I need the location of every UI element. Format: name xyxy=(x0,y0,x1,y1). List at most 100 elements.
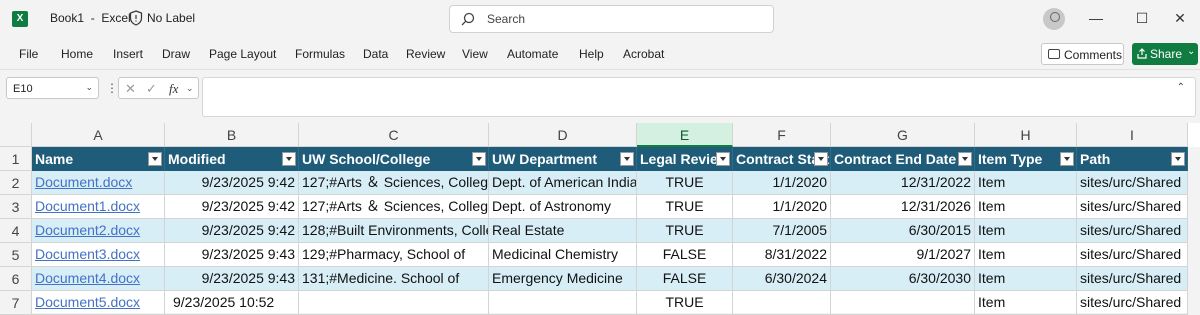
tab-view[interactable]: View xyxy=(462,47,488,61)
table-cell[interactable]: 1/1/2020 xyxy=(733,171,831,195)
filter-dropdown-icon[interactable] xyxy=(1060,152,1074,166)
minimize-button[interactable]: — xyxy=(1086,8,1106,28)
document-link[interactable]: Document5.docx xyxy=(32,291,165,315)
tab-page-layout[interactable]: Page Layout xyxy=(209,47,276,61)
chevron-down-icon[interactable]: ⌄ xyxy=(85,82,93,93)
filter-dropdown-icon[interactable] xyxy=(282,152,296,166)
row-header-6[interactable]: 6 xyxy=(0,267,32,291)
table-header-cell[interactable]: Legal Review xyxy=(637,147,733,171)
insert-function-icon[interactable]: fx xyxy=(169,81,178,97)
table-cell[interactable]: 9/23/2025 9:42 xyxy=(165,171,299,195)
table-cell[interactable]: 128;#Built Environments, College of xyxy=(299,219,489,243)
tab-file[interactable]: File xyxy=(19,47,38,61)
filter-dropdown-icon[interactable] xyxy=(472,152,486,166)
tab-acrobat[interactable]: Acrobat xyxy=(623,47,664,61)
table-cell[interactable]: sites/urc/Shared xyxy=(1077,243,1188,267)
table-header-cell[interactable]: UW Department xyxy=(489,147,637,171)
tab-insert[interactable]: Insert xyxy=(113,47,143,61)
table-cell[interactable]: 1/1/2020 xyxy=(733,195,831,219)
tab-help[interactable]: Help xyxy=(579,47,604,61)
table-cell[interactable]: TRUE xyxy=(637,171,733,195)
filter-dropdown-icon[interactable] xyxy=(148,152,162,166)
tab-home[interactable]: Home xyxy=(61,47,93,61)
table-cell[interactable] xyxy=(299,291,489,315)
table-header-cell[interactable]: UW School/College xyxy=(299,147,489,171)
filter-dropdown-icon[interactable] xyxy=(1171,152,1185,166)
shield-icon[interactable] xyxy=(129,10,143,26)
table-cell[interactable]: Item xyxy=(975,219,1077,243)
select-all-corner[interactable] xyxy=(0,123,32,147)
column-header-a[interactable]: A xyxy=(32,123,165,147)
table-cell[interactable]: 7/1/2005 xyxy=(733,219,831,243)
table-cell[interactable]: 9/23/2025 10:52 xyxy=(165,291,299,315)
tab-formulas[interactable]: Formulas xyxy=(295,47,345,61)
vertical-scrollbar[interactable] xyxy=(1188,147,1200,313)
table-cell[interactable]: TRUE xyxy=(637,219,733,243)
filter-dropdown-icon[interactable] xyxy=(814,152,828,166)
table-cell[interactable]: sites/urc/Shared xyxy=(1077,171,1188,195)
tab-review[interactable]: Review xyxy=(406,47,445,61)
table-cell[interactable]: Dept. of American Indian Studies xyxy=(489,171,637,195)
column-header-b[interactable]: B xyxy=(165,123,299,147)
row-header-5[interactable]: 5 xyxy=(0,243,32,267)
name-box[interactable]: E10 ⌄ xyxy=(6,77,99,99)
column-header-i[interactable]: I xyxy=(1077,123,1188,147)
row-header-4[interactable]: 4 xyxy=(0,219,32,243)
sensitivity-label[interactable]: No Label xyxy=(147,11,195,25)
account-avatar-icon[interactable] xyxy=(1043,8,1065,30)
filter-dropdown-icon[interactable] xyxy=(958,152,972,166)
document-link[interactable]: Document1.docx xyxy=(32,195,165,219)
column-header-h[interactable]: H xyxy=(975,123,1077,147)
column-header-d[interactable]: D xyxy=(489,123,637,147)
close-button[interactable]: ✕ xyxy=(1170,8,1190,28)
table-cell[interactable]: TRUE xyxy=(637,195,733,219)
table-cell[interactable]: TRUE xyxy=(637,291,733,315)
table-cell[interactable]: 127;#Arts ＆ Sciences, College of xyxy=(299,195,489,219)
table-cell[interactable] xyxy=(733,291,831,315)
table-cell[interactable] xyxy=(831,291,975,315)
table-cell[interactable]: 6/30/2030 xyxy=(831,267,975,291)
filter-dropdown-icon[interactable] xyxy=(716,152,730,166)
document-link[interactable]: Document.docx xyxy=(32,171,165,195)
table-cell[interactable]: 9/23/2025 9:42 xyxy=(165,195,299,219)
table-header-cell[interactable]: Item Type xyxy=(975,147,1077,171)
table-cell[interactable]: FALSE xyxy=(637,267,733,291)
table-cell[interactable]: Item xyxy=(975,243,1077,267)
table-cell[interactable]: Real Estate xyxy=(489,219,637,243)
tab-draw[interactable]: Draw xyxy=(162,47,190,61)
more-options-icon[interactable]: ⋮ xyxy=(106,81,118,95)
column-header-c[interactable]: C xyxy=(299,123,489,147)
row-header-1[interactable]: 1 xyxy=(0,147,32,171)
table-cell[interactable]: 9/23/2025 9:42 xyxy=(165,219,299,243)
formula-input[interactable]: ⌃ xyxy=(202,77,1196,117)
table-cell[interactable]: 9/23/2025 9:43 xyxy=(165,267,299,291)
row-header-2[interactable]: 2 xyxy=(0,171,32,195)
table-header-cell[interactable]: Modified xyxy=(165,147,299,171)
table-cell[interactable]: 8/31/2022 xyxy=(733,243,831,267)
document-link[interactable]: Document3.docx xyxy=(32,243,165,267)
tab-automate[interactable]: Automate xyxy=(507,47,558,61)
expand-formula-icon[interactable]: ⌃ xyxy=(1177,82,1185,93)
table-cell[interactable]: Medicinal Chemistry xyxy=(489,243,637,267)
table-cell[interactable]: 6/30/2015 xyxy=(831,219,975,243)
document-link[interactable]: Document4.docx xyxy=(32,267,165,291)
table-cell[interactable]: 127;#Arts ＆ Sciences, College of xyxy=(299,171,489,195)
table-cell[interactable]: 6/30/2024 xyxy=(733,267,831,291)
document-link[interactable]: Document2.docx xyxy=(32,219,165,243)
table-cell[interactable]: sites/urc/Shared xyxy=(1077,219,1188,243)
table-cell[interactable]: FALSE xyxy=(637,243,733,267)
chevron-down-icon[interactable]: ⌄ xyxy=(186,83,194,94)
filter-dropdown-icon[interactable] xyxy=(620,152,634,166)
table-cell[interactable]: 9/1/2027 xyxy=(831,243,975,267)
search-box[interactable]: Search xyxy=(449,5,774,33)
table-cell[interactable]: 12/31/2026 xyxy=(831,195,975,219)
tab-data[interactable]: Data xyxy=(363,47,388,61)
column-header-g[interactable]: G xyxy=(831,123,975,147)
table-cell[interactable]: Item xyxy=(975,171,1077,195)
table-header-cell[interactable]: Contract Start Date xyxy=(733,147,831,171)
table-cell[interactable] xyxy=(489,291,637,315)
maximize-button[interactable]: ☐ xyxy=(1132,8,1152,28)
cancel-icon[interactable]: ✕ xyxy=(125,81,136,97)
row-header-3[interactable]: 3 xyxy=(0,195,32,219)
row-header-7[interactable]: 7 xyxy=(0,291,32,315)
